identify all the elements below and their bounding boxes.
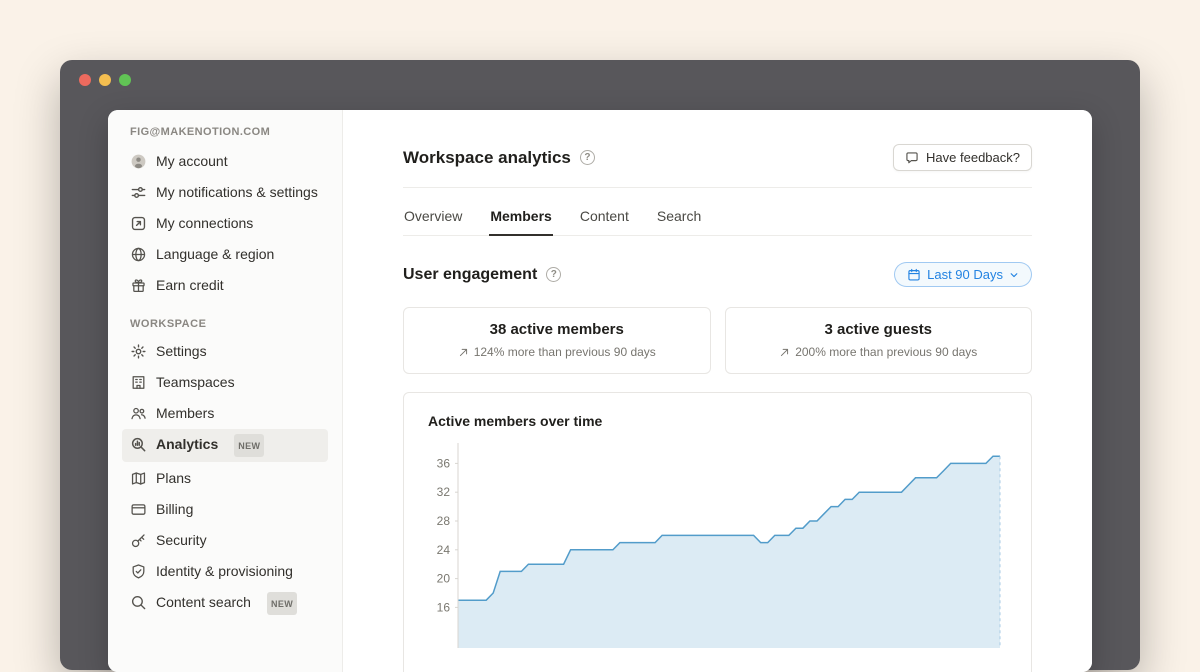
chart-card: Active members over time 16 20 24 28 32 36 xyxy=(403,392,1032,672)
stat-delta-label: 124% more than previous 90 days xyxy=(474,345,656,359)
svg-text:24: 24 xyxy=(437,543,451,557)
credit-card-icon xyxy=(130,501,147,518)
workspace-section-label: WORKSPACE xyxy=(122,318,328,330)
sidebar-item-label: Identity & provisioning xyxy=(156,561,293,581)
sidebar-item-my-account[interactable]: My account xyxy=(122,146,328,176)
stat-value: 38 active members xyxy=(414,321,700,338)
svg-text:16: 16 xyxy=(437,600,451,614)
date-range-label: Last 90 Days xyxy=(927,267,1003,282)
sidebar-item-label: Security xyxy=(156,530,207,550)
sidebar-item-identity-provisioning[interactable]: Identity & provisioning xyxy=(122,556,328,586)
zoom-window-button[interactable] xyxy=(119,74,131,86)
key-icon xyxy=(130,532,147,549)
members-chart: 16 20 24 28 32 36 xyxy=(428,443,1008,648)
sidebar-item-label: My connections xyxy=(156,213,253,233)
trend-up-icon xyxy=(779,347,790,358)
sliders-icon xyxy=(130,184,147,201)
trend-up-icon xyxy=(458,347,469,358)
sidebar-item-security[interactable]: Security xyxy=(122,525,328,555)
settings-modal: FIG@MAKENOTION.COM My account My notific… xyxy=(108,110,1092,672)
svg-text:20: 20 xyxy=(437,572,451,586)
window-titlebar xyxy=(60,60,1140,100)
sidebar-item-plans[interactable]: Plans xyxy=(122,463,328,493)
stat-value: 3 active guests xyxy=(736,321,1022,338)
sidebar-item-label: Earn credit xyxy=(156,275,224,295)
tab-overview[interactable]: Overview xyxy=(403,200,463,235)
tab-search[interactable]: Search xyxy=(656,200,702,235)
user-engagement-title: User engagement xyxy=(403,266,537,284)
sidebar-item-members[interactable]: Members xyxy=(122,398,328,428)
new-badge: NEW xyxy=(234,434,264,457)
minimize-window-button[interactable] xyxy=(99,74,111,86)
stat-card-active-guests: 3 active guests 200% more than previous … xyxy=(725,307,1033,374)
close-window-button[interactable] xyxy=(79,74,91,86)
svg-text:36: 36 xyxy=(437,456,451,470)
settings-sidebar: FIG@MAKENOTION.COM My account My notific… xyxy=(108,110,343,672)
calendar-icon xyxy=(907,268,921,282)
gear-icon xyxy=(130,343,147,360)
stat-delta: 124% more than previous 90 days xyxy=(414,345,700,359)
sidebar-item-label: Settings xyxy=(156,341,207,361)
gift-icon xyxy=(130,277,147,294)
people-icon xyxy=(130,405,147,422)
sidebar-item-content-search[interactable]: Content search NEW xyxy=(122,587,328,620)
sidebar-item-label: My account xyxy=(156,151,228,171)
stat-delta: 200% more than previous 90 days xyxy=(736,345,1022,359)
building-icon xyxy=(130,374,147,391)
app-window: FIG@MAKENOTION.COM My account My notific… xyxy=(60,60,1140,670)
have-feedback-label: Have feedback? xyxy=(926,150,1020,165)
analytics-magnifier-icon xyxy=(130,436,147,453)
globe-icon xyxy=(130,246,147,263)
sidebar-item-label: Teamspaces xyxy=(156,372,235,392)
page-title: Workspace analytics xyxy=(403,148,571,168)
help-icon[interactable]: ? xyxy=(580,150,595,165)
tab-members[interactable]: Members xyxy=(489,200,552,236)
sidebar-item-teamspaces[interactable]: Teamspaces xyxy=(122,367,328,397)
arrow-up-right-box-icon xyxy=(130,215,147,232)
sidebar-item-label: Billing xyxy=(156,499,193,519)
sidebar-item-label: Members xyxy=(156,403,214,423)
settings-content: Workspace analytics ? Have feedback? Ove… xyxy=(343,110,1092,672)
tab-content[interactable]: Content xyxy=(579,200,630,235)
help-icon[interactable]: ? xyxy=(546,267,561,282)
sidebar-item-language-region[interactable]: Language & region xyxy=(122,239,328,269)
have-feedback-button[interactable]: Have feedback? xyxy=(893,144,1032,171)
tab-bar: Overview Members Content Search xyxy=(403,200,1032,236)
sidebar-item-my-connections[interactable]: My connections xyxy=(122,208,328,238)
sidebar-item-label: Language & region xyxy=(156,244,274,264)
chevron-down-icon xyxy=(1009,270,1019,280)
stat-card-active-members: 38 active members 124% more than previou… xyxy=(403,307,711,374)
shield-check-icon xyxy=(130,563,147,580)
sidebar-item-label: My notifications & settings xyxy=(156,182,318,202)
stat-cards: 38 active members 124% more than previou… xyxy=(403,307,1032,374)
sidebar-item-notifications-settings[interactable]: My notifications & settings xyxy=(122,177,328,207)
new-badge: NEW xyxy=(267,592,297,615)
stat-delta-label: 200% more than previous 90 days xyxy=(795,345,977,359)
sidebar-item-settings[interactable]: Settings xyxy=(122,336,328,366)
map-icon xyxy=(130,470,147,487)
chart-title: Active members over time xyxy=(428,413,1007,429)
sidebar-item-earn-credit[interactable]: Earn credit xyxy=(122,270,328,300)
search-icon xyxy=(130,594,147,611)
page-header: Workspace analytics ? Have feedback? xyxy=(403,144,1032,188)
user-engagement-header: User engagement ? Last 90 Days xyxy=(403,262,1032,287)
speech-bubble-icon xyxy=(905,151,919,165)
sidebar-item-billing[interactable]: Billing xyxy=(122,494,328,524)
account-email-label: FIG@MAKENOTION.COM xyxy=(122,122,328,146)
sidebar-item-analytics[interactable]: Analytics NEW xyxy=(122,429,328,462)
svg-text:28: 28 xyxy=(437,514,451,528)
avatar-icon xyxy=(130,153,147,170)
date-range-button[interactable]: Last 90 Days xyxy=(894,262,1032,287)
svg-text:32: 32 xyxy=(437,485,451,499)
sidebar-item-label: Content search xyxy=(156,592,251,612)
sidebar-item-label: Plans xyxy=(156,468,191,488)
sidebar-item-label: Analytics xyxy=(156,434,218,454)
